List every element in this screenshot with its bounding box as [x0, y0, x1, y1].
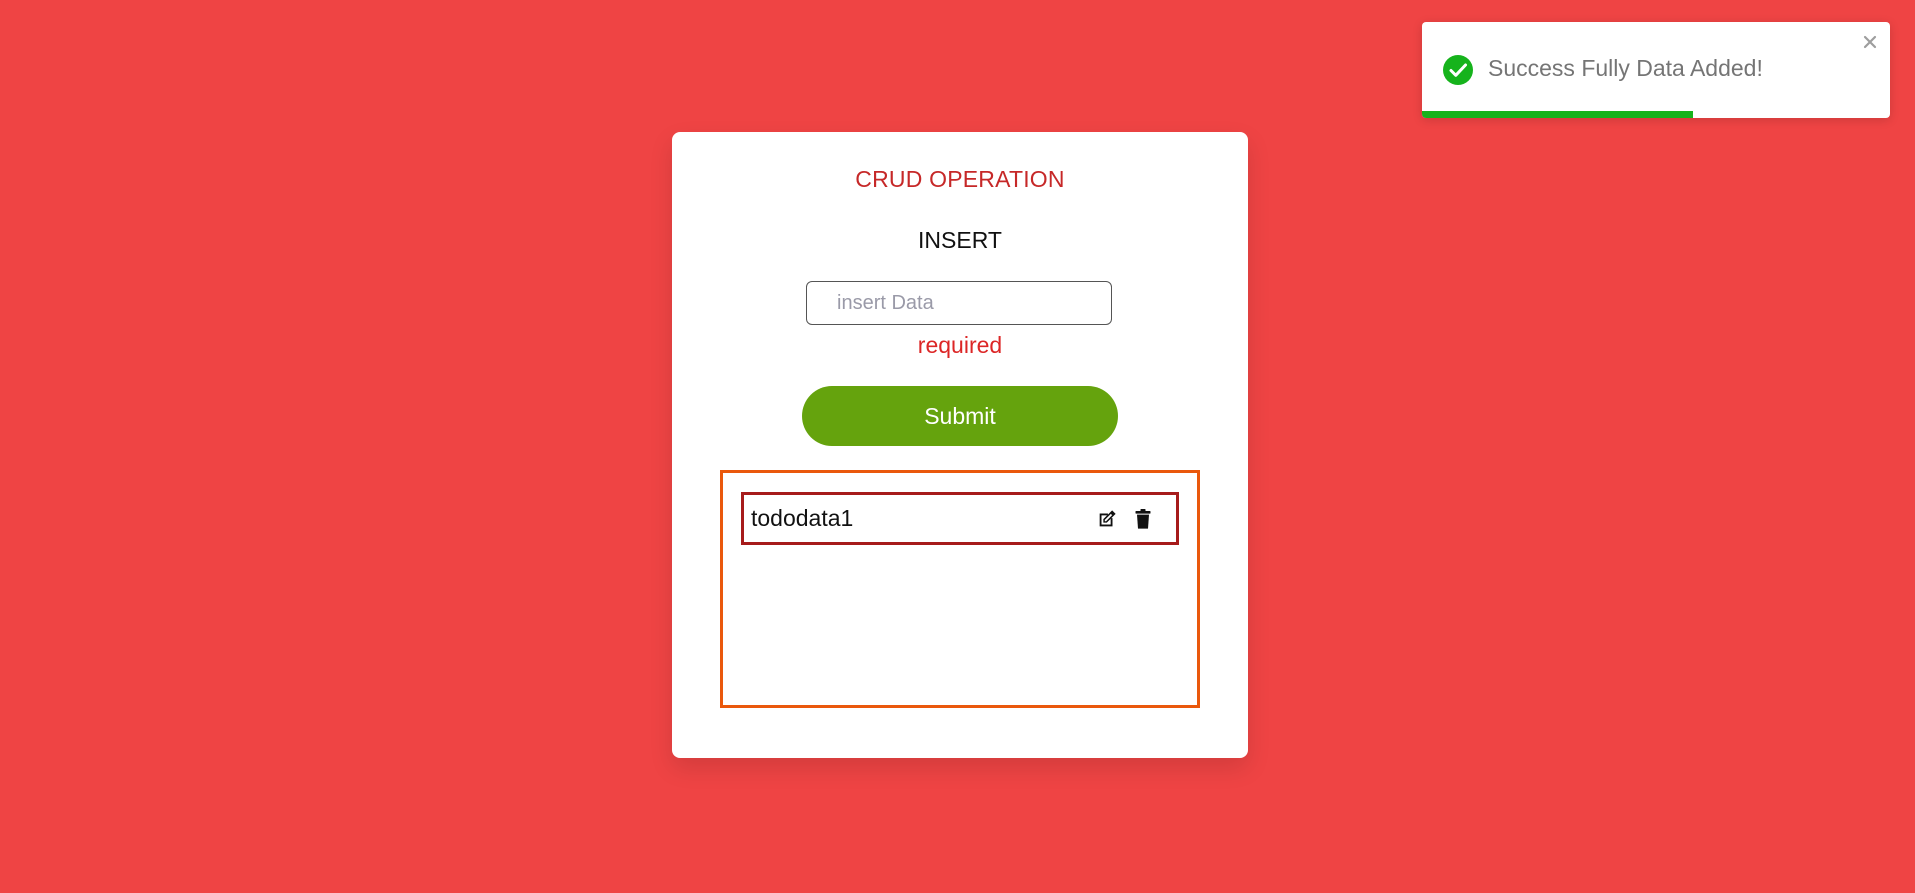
edit-icon[interactable] — [1095, 507, 1119, 531]
close-icon[interactable] — [1860, 32, 1880, 52]
list-item-actions — [1095, 507, 1176, 531]
toast-progress-fill — [1422, 111, 1694, 118]
trash-icon[interactable] — [1131, 507, 1155, 531]
insert-data-input[interactable] — [806, 281, 1112, 325]
section-title: INSERT — [918, 227, 1002, 253]
success-toast: Success Fully Data Added! — [1422, 22, 1890, 118]
list-item: tododata1 — [741, 492, 1179, 545]
check-circle-icon — [1442, 54, 1474, 86]
submit-button[interactable]: Submit — [802, 386, 1118, 446]
toast-progress-bar — [1422, 111, 1890, 118]
toast-message: Success Fully Data Added! — [1488, 55, 1763, 81]
todo-list: tododata1 — [720, 470, 1200, 708]
validation-error: required — [917, 332, 1003, 358]
page-title: CRUD OPERATION — [855, 166, 1065, 192]
insert-input-wrapper — [806, 281, 1112, 325]
list-item-text: tododata1 — [751, 505, 854, 531]
crud-card: CRUD OPERATION INSERT required Submit to… — [672, 132, 1248, 758]
